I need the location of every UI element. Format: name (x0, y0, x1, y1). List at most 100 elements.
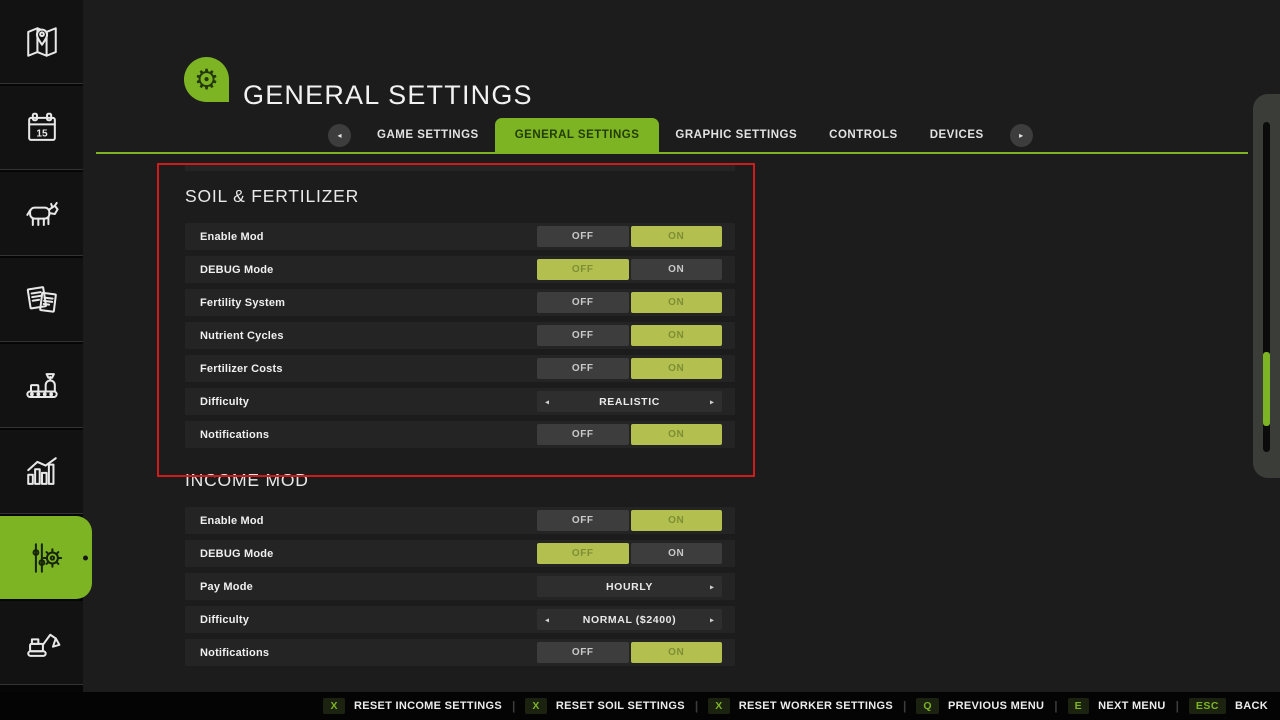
sidebar-item-production[interactable] (0, 344, 83, 428)
toggle-on-button[interactable]: ON (631, 424, 723, 445)
game-settings-screen: 15 ⚙ GENERAL SETTINGS ◂ GAME SETTINGSGEN… (0, 0, 1280, 720)
sidebar-item-statistics[interactable] (0, 430, 83, 514)
option-selector[interactable]: HOURLY ▸ (537, 576, 722, 597)
shortcut-label: NEXT MENU (1098, 700, 1165, 712)
shortcut-separator: | (903, 699, 906, 713)
toggle-off-button[interactable]: OFF (537, 226, 629, 247)
toggle-off-button[interactable]: OFF (537, 325, 629, 346)
page-title: GENERAL SETTINGS (243, 80, 533, 111)
toggle-group: OFFON (537, 424, 722, 445)
toggle-on-button[interactable]: ON (631, 543, 723, 564)
tab-controls[interactable]: CONTROLS (813, 118, 914, 152)
tabs-next-button[interactable]: ▸ (1010, 124, 1033, 147)
selector-value: NORMAL ($2400) (583, 614, 676, 626)
toggle-group: OFFON (537, 226, 722, 247)
toggle-off-button[interactable]: OFF (537, 642, 629, 663)
chevron-right-icon: ▸ (1019, 131, 1023, 140)
settings-content: SOIL & FERTILIZEREnable ModOFFONDEBUG Mo… (185, 164, 735, 672)
toggle-on-button[interactable]: ON (631, 642, 723, 663)
settings-row: Notifications OFFON (185, 639, 735, 666)
toggle-group: OFFON (537, 510, 722, 531)
toggle-on-button[interactable]: ON (631, 510, 723, 531)
selector-value: HOURLY (606, 581, 653, 593)
setting-label: Difficulty (200, 614, 249, 626)
settings-row: Difficulty ◂ NORMAL ($2400) ▸ (185, 606, 735, 633)
selector-next-arrow-icon[interactable]: ▸ (710, 582, 714, 591)
toggle-on-button[interactable]: ON (631, 292, 723, 313)
toggle-off-button[interactable]: OFF (537, 510, 629, 531)
toggle-off-button[interactable]: OFF (537, 259, 629, 280)
tab-graphic-settings[interactable]: GRAPHIC SETTINGS (659, 118, 813, 152)
shortcut-key: X (525, 698, 547, 714)
selector-next-arrow-icon[interactable]: ▸ (710, 615, 714, 624)
tab-general-settings[interactable]: GENERAL SETTINGS (495, 118, 660, 152)
animal-icon (20, 192, 64, 236)
shortcut-reset-income-settings[interactable]: XRESET INCOME SETTINGS (323, 698, 502, 714)
setting-label: DEBUG Mode (200, 548, 274, 560)
shortcut-back[interactable]: ESCBACK (1189, 698, 1268, 714)
toggle-group: OFFON (537, 259, 722, 280)
toggle-on-button[interactable]: ON (631, 259, 723, 280)
option-selector[interactable]: ◂ NORMAL ($2400) ▸ (537, 609, 722, 630)
calendar-icon: 15 (20, 106, 64, 150)
shortcut-label: RESET SOIL SETTINGS (556, 700, 685, 712)
selector-prev-arrow-icon[interactable]: ◂ (545, 615, 549, 624)
section-title: SOIL & FERTILIZER (185, 186, 735, 207)
shortcut-label: RESET INCOME SETTINGS (354, 700, 502, 712)
settings-row: DEBUG Mode OFFON (185, 256, 735, 283)
shortcut-reset-soil-settings[interactable]: X RESET SOIL SETTINGS (525, 698, 684, 714)
statistics-icon (20, 450, 64, 494)
settings-section: INCOME MODEnable ModOFFONDEBUG ModeOFFON… (185, 470, 735, 666)
toggle-off-button[interactable]: OFF (537, 543, 629, 564)
chevron-left-icon: ◂ (337, 131, 341, 140)
shortcut-reset-worker-settings[interactable]: X RESET WORKER SETTINGS (708, 698, 893, 714)
option-selector[interactable]: ◂REALISTIC▸ (537, 391, 722, 412)
setting-label: Fertility System (200, 297, 285, 309)
tabs-prev-button[interactable]: ◂ (328, 124, 351, 147)
setting-label: DEBUG Mode (200, 264, 274, 276)
tab-devices[interactable]: DEVICES (914, 118, 1000, 152)
scrollbar[interactable] (1253, 94, 1280, 478)
section-title: INCOME MOD (185, 470, 735, 491)
scrollbar-thumb[interactable] (1263, 352, 1270, 426)
shortcut-previous-menu[interactable]: QPREVIOUS MENU (916, 698, 1044, 714)
settings-row: Notifications OFFON (185, 421, 735, 448)
sidebar-item-map[interactable] (0, 0, 83, 84)
toggle-on-button[interactable]: ON (631, 325, 723, 346)
settings-section: SOIL & FERTILIZEREnable ModOFFONDEBUG Mo… (185, 186, 735, 448)
selector-next-arrow-icon[interactable]: ▸ (710, 397, 714, 406)
scrollbar-track[interactable] (1263, 122, 1270, 452)
toggle-on-button[interactable]: ON (631, 358, 723, 379)
mod-settings-icon (24, 536, 68, 580)
toggle-off-button[interactable]: OFF (537, 358, 629, 379)
shortcut-label: RESET WORKER SETTINGS (739, 700, 893, 712)
shortcut-next-menu[interactable]: ENEXT MENU (1068, 698, 1166, 714)
sidebar-item-construction[interactable] (0, 601, 83, 685)
selector-prev-arrow-icon[interactable]: ◂ (545, 397, 549, 406)
sidebar-item-mod-settings[interactable] (0, 516, 92, 599)
setting-label: Enable Mod (200, 231, 264, 243)
settings-row: Enable Mod OFFON (185, 507, 735, 534)
shortcut-key: X (708, 698, 730, 714)
toggle-off-button[interactable]: OFF (537, 424, 629, 445)
shortcut-key: ESC (1189, 698, 1226, 714)
settings-row: Fertilizer CostsOFFON (185, 355, 735, 382)
toggle-on-button[interactable]: ON (631, 226, 723, 247)
shortcut-separator: | (1054, 699, 1057, 713)
map-icon (20, 20, 64, 64)
gear-glyph: ⚙ (194, 66, 219, 94)
setting-label: Notifications (200, 647, 269, 659)
setting-label: Notifications (200, 429, 269, 441)
shortcut-separator: | (695, 699, 698, 713)
shortcut-key: Q (916, 698, 939, 714)
sidebar-item-contracts[interactable] (0, 258, 83, 342)
production-icon (20, 364, 64, 408)
setting-label: Enable Mod (200, 515, 264, 527)
sidebar-item-calendar[interactable]: 15 (0, 86, 83, 170)
toggle-off-button[interactable]: OFF (537, 292, 629, 313)
tab-game-settings[interactable]: GAME SETTINGS (361, 118, 495, 152)
sidebar: 15 (0, 0, 83, 692)
tab-bar: ◂ GAME SETTINGSGENERAL SETTINGSGRAPHIC S… (318, 118, 1043, 152)
toggle-group: OFFON (537, 543, 722, 564)
sidebar-item-animals[interactable] (0, 172, 83, 256)
